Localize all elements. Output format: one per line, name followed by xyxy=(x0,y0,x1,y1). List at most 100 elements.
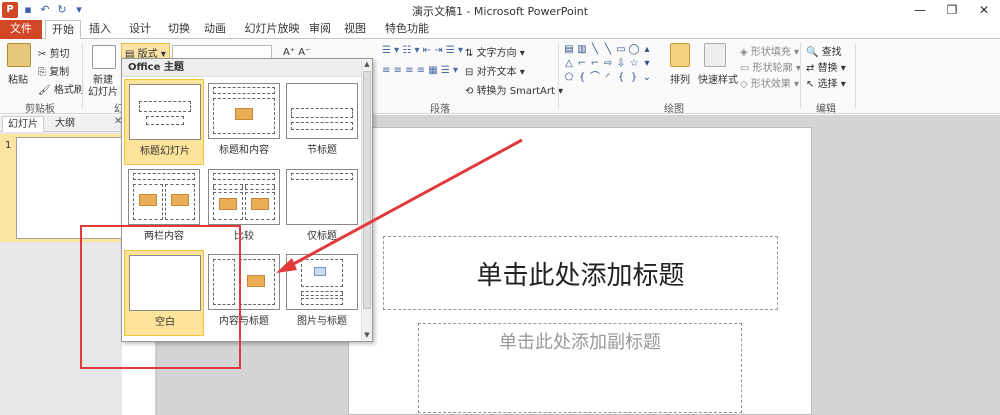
convert-smartart-button[interactable]: ⟲ 转换为 SmartArt ▾ xyxy=(465,82,563,97)
arrow-down-icon[interactable]: ⇩ xyxy=(615,58,627,71)
textbox-vertical-icon[interactable]: ▥ xyxy=(576,44,588,57)
shape-fill-button[interactable]: ◈ 形状填充 ▾ xyxy=(740,43,799,58)
quick-styles-icon[interactable] xyxy=(704,43,726,67)
find-label: 查找 xyxy=(821,47,842,58)
copy-button[interactable]: ⎘ 复制 xyxy=(38,63,69,78)
group-clipboard-label: 剪贴板 xyxy=(25,104,55,115)
slide-number: 1 xyxy=(5,140,12,151)
shape-effects-button[interactable]: ◇ 形状效果 ▾ xyxy=(740,75,799,90)
shape-effects-label: 形状效果 xyxy=(750,79,791,90)
arrange-button[interactable]: 排列 xyxy=(670,71,690,86)
line-icon[interactable]: ╲ xyxy=(589,44,601,57)
bracket-icon[interactable]: { xyxy=(615,72,627,85)
paste-button[interactable]: 粘贴 xyxy=(8,71,28,86)
layout-label: 节标题 xyxy=(307,145,337,156)
gallery-scrollbar[interactable]: ▲ ▼ xyxy=(361,59,372,341)
ribbon-separator xyxy=(558,43,559,109)
group-drawing-label: 绘图 xyxy=(664,104,684,115)
shapes-gallery[interactable]: ▤ ▥ ╲ ╲ ▭ ◯ ▴ △ ⌐ ⌐ ⇨ ⇩ ☆ ▾ ⬠ { ⌒ ◜ { } … xyxy=(563,44,663,86)
more-up-icon[interactable]: ▴ xyxy=(641,44,653,57)
select-label: 选择 xyxy=(817,79,838,90)
format-painter-label: 格式刷 xyxy=(53,85,84,96)
tab-review[interactable]: 审阅 xyxy=(305,20,335,39)
replace-button[interactable]: ⇄ 替换 ▾ xyxy=(806,59,846,74)
group-paragraph-label: 段落 xyxy=(430,104,450,115)
group-editing-label: 编辑 xyxy=(816,104,836,115)
star-icon[interactable]: ☆ xyxy=(628,58,640,71)
more-down-icon[interactable]: ▾ xyxy=(641,58,653,71)
align-text-button[interactable]: ⊟ 对齐文本 ▾ xyxy=(465,63,525,78)
tab-insert[interactable]: 插入 xyxy=(85,20,115,39)
title-placeholder[interactable]: 单击此处添加标题 xyxy=(383,236,778,310)
new-slide-icon[interactable] xyxy=(92,45,116,69)
tab-slideshow[interactable]: 幻灯片放映 xyxy=(242,20,302,39)
ribbon-tabs: 文件 开始 插入 设计 切换 动画 幻灯片放映 审阅 视图 特色功能 ⌃ ? xyxy=(0,20,1000,55)
gallery-expand-icon[interactable]: ⌄ xyxy=(641,72,653,85)
cut-button[interactable]: ✂ 剪切 xyxy=(38,45,70,60)
layout-label: 标题幻灯片 xyxy=(140,146,190,157)
copy-label: 复制 xyxy=(49,67,70,78)
scroll-down-icon[interactable]: ▼ xyxy=(362,330,372,341)
layout-title-slide[interactable]: 标题幻灯片 xyxy=(124,79,204,165)
brace-icon[interactable]: { xyxy=(576,72,588,85)
line2-icon[interactable]: ╲ xyxy=(602,44,614,57)
slide-thumbnail[interactable] xyxy=(16,137,122,239)
tab-features[interactable]: 特色功能 xyxy=(380,20,434,39)
find-button[interactable]: 🔍 查找 xyxy=(806,43,842,58)
tab-transitions[interactable]: 切换 xyxy=(164,20,194,39)
text-direction-label: 文字方向 xyxy=(476,48,517,59)
align-icons[interactable]: ≡ ≡ ≡ ≡ ▦ ☰ ▾ xyxy=(382,65,458,76)
tab-slides[interactable]: 幻灯片 xyxy=(2,116,44,132)
shape-outline-button[interactable]: ▭ 形状轮廓 ▾ xyxy=(740,59,801,74)
arc-icon[interactable]: ◜ xyxy=(602,72,614,85)
list-icons[interactable]: ☰ ▾ ☷ ▾ ⇤ ⇥ ☰ ▾ xyxy=(382,45,463,56)
ribbon-separator xyxy=(800,43,801,109)
textbox-icon[interactable]: ▤ xyxy=(563,44,575,57)
tab-animations[interactable]: 动画 xyxy=(200,20,230,39)
select-button[interactable]: ↖ 选择 ▾ xyxy=(806,75,846,90)
bracket2-icon[interactable]: } xyxy=(628,72,640,85)
tab-design[interactable]: 设计 xyxy=(125,20,155,39)
arrow-right-icon[interactable]: ⇨ xyxy=(602,58,614,71)
scroll-thumb[interactable] xyxy=(363,71,371,309)
pentagon-icon[interactable]: ⬠ xyxy=(563,72,575,85)
tab-view[interactable]: 视图 xyxy=(340,20,370,39)
close-icon[interactable]: ✕ xyxy=(968,0,1000,20)
gallery-header: Office 主题 xyxy=(122,59,362,77)
layout-label: 图片与标题 xyxy=(297,316,347,327)
ribbon-separator xyxy=(82,43,83,109)
layout-section-header[interactable]: 节标题 xyxy=(282,79,362,165)
new-slide-label-2[interactable]: 幻灯片 xyxy=(88,83,118,98)
layout-picture-caption[interactable]: 图片与标题 xyxy=(282,250,362,336)
layout-label: 标题和内容 xyxy=(219,145,269,156)
tab-outline[interactable]: 大纲 xyxy=(50,116,80,132)
triangle-icon[interactable]: △ xyxy=(563,58,575,71)
grow-font-icon[interactable]: A⁺ A⁻ xyxy=(283,47,310,58)
replace-label: 替换 xyxy=(817,63,838,74)
tab-home[interactable]: 开始 xyxy=(45,20,81,40)
tab-file[interactable]: 文件 xyxy=(0,20,42,39)
curve-icon[interactable]: ⌒ xyxy=(589,72,601,85)
ribbon-separator xyxy=(855,43,856,109)
layout-title-only[interactable]: 仅标题 xyxy=(282,165,362,251)
layout-title-content[interactable]: 标题和内容 xyxy=(204,79,284,165)
format-painter-button[interactable]: 🖌 格式刷 xyxy=(38,81,84,96)
text-direction-button[interactable]: ⇅ 文字方向 ▾ xyxy=(465,44,525,59)
restore-icon[interactable]: ❐ xyxy=(936,0,968,20)
minimize-icon[interactable]: — xyxy=(904,0,936,20)
arrange-icon[interactable] xyxy=(670,43,690,67)
rectangle-icon[interactable]: ▭ xyxy=(615,44,627,57)
cut-label: 剪切 xyxy=(49,49,70,60)
layout-label: 仅标题 xyxy=(307,231,337,242)
paste-icon[interactable] xyxy=(7,43,31,67)
window-title: 演示文稿1 - Microsoft PowerPoint xyxy=(411,5,589,18)
scroll-up-icon[interactable]: ▲ xyxy=(362,59,372,70)
oval-icon[interactable]: ◯ xyxy=(628,44,640,57)
quick-styles-button[interactable]: 快速样式 xyxy=(698,71,738,86)
subtitle-placeholder[interactable]: 单击此处添加副标题 xyxy=(418,323,742,413)
elbow-icon[interactable]: ⌐ xyxy=(576,58,588,71)
elbow2-icon[interactable]: ⌐ xyxy=(589,58,601,71)
title-bar: P ▪ ↶ ↻ ▾ 演示文稿1 - Microsoft PowerPoint —… xyxy=(0,0,1000,20)
pane-tabs: 幻灯片 大纲 ✕ xyxy=(0,115,122,132)
convert-smartart-label: 转换为 SmartArt xyxy=(476,86,555,97)
